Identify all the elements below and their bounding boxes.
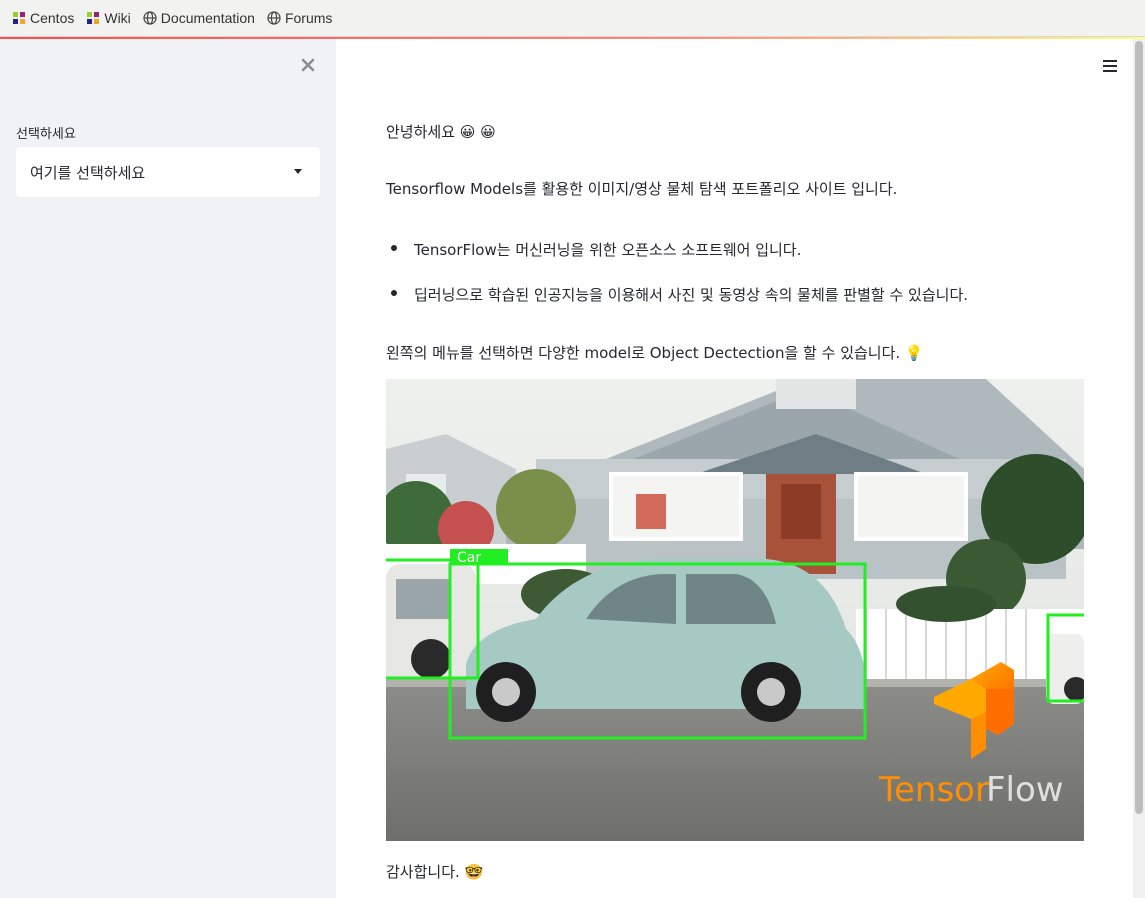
bookmark-label: Documentation bbox=[160, 10, 255, 26]
bookmark-label: Wiki bbox=[104, 10, 131, 26]
brand-text-flow: Flow bbox=[986, 770, 1064, 810]
bookmark-label: Forums bbox=[284, 10, 333, 26]
bookmark-centos[interactable]: Centos bbox=[12, 10, 74, 26]
bookmark-forums[interactable]: Forums bbox=[267, 10, 332, 26]
bookmarks-bar: Centos Wiki Documentation Forums bbox=[0, 0, 1145, 37]
select-label: 선택하세요 bbox=[16, 127, 76, 142]
close-icon bbox=[301, 58, 315, 72]
chevron-down-icon bbox=[294, 169, 302, 174]
brand-text-tensor: Tensor bbox=[878, 770, 989, 810]
centos-icon bbox=[13, 12, 25, 24]
select-value: 여기를 선택하세요 bbox=[30, 163, 146, 182]
scrollbar-thumb[interactable] bbox=[1135, 41, 1143, 814]
bookmark-label: Centos bbox=[30, 10, 75, 26]
bullet-dot bbox=[391, 290, 397, 296]
greeting-text: 안녕하세요 😀 😀 bbox=[386, 123, 496, 141]
globe-icon bbox=[143, 11, 157, 25]
list-item: 딥러닝으로 학습된 인공지능을 이용해서 사진 및 동영상 속의 물체를 판별할… bbox=[414, 286, 969, 304]
bullet-dot bbox=[391, 245, 397, 251]
vertical-scrollbar[interactable] bbox=[1133, 39, 1145, 898]
thanks-text: 감사합니다. 🤓 bbox=[386, 863, 484, 881]
bookmark-wiki[interactable]: Wiki bbox=[86, 10, 131, 26]
main-content: 안녕하세요 😀 😀 Tensorflow Models를 활용한 이미지/영상 … bbox=[336, 39, 1133, 898]
close-sidebar-button[interactable] bbox=[296, 53, 320, 77]
list-item: TensorFlow는 머신러닝을 위한 오픈소스 소프트웨어 입니다. bbox=[414, 241, 802, 259]
detection-result-image: Car Tensor Flow bbox=[386, 379, 1084, 841]
bookmark-documentation[interactable]: Documentation bbox=[143, 10, 255, 26]
detection-label: Car bbox=[457, 550, 481, 566]
globe-icon bbox=[267, 11, 281, 25]
model-select[interactable]: 여기를 선택하세요 bbox=[16, 147, 320, 197]
centos-icon bbox=[87, 12, 100, 24]
hamburger-menu-button[interactable] bbox=[1101, 57, 1119, 75]
intro-text: Tensorflow Models를 활용한 이미지/영상 물체 탐색 포트폴리… bbox=[386, 180, 898, 198]
hamburger-icon bbox=[1103, 60, 1117, 62]
sidebar: 선택하세요 여기를 선택하세요 bbox=[0, 39, 336, 898]
guide-text: 왼쪽의 메뉴를 선택하면 다양한 model로 Object Dectectio… bbox=[386, 344, 924, 362]
